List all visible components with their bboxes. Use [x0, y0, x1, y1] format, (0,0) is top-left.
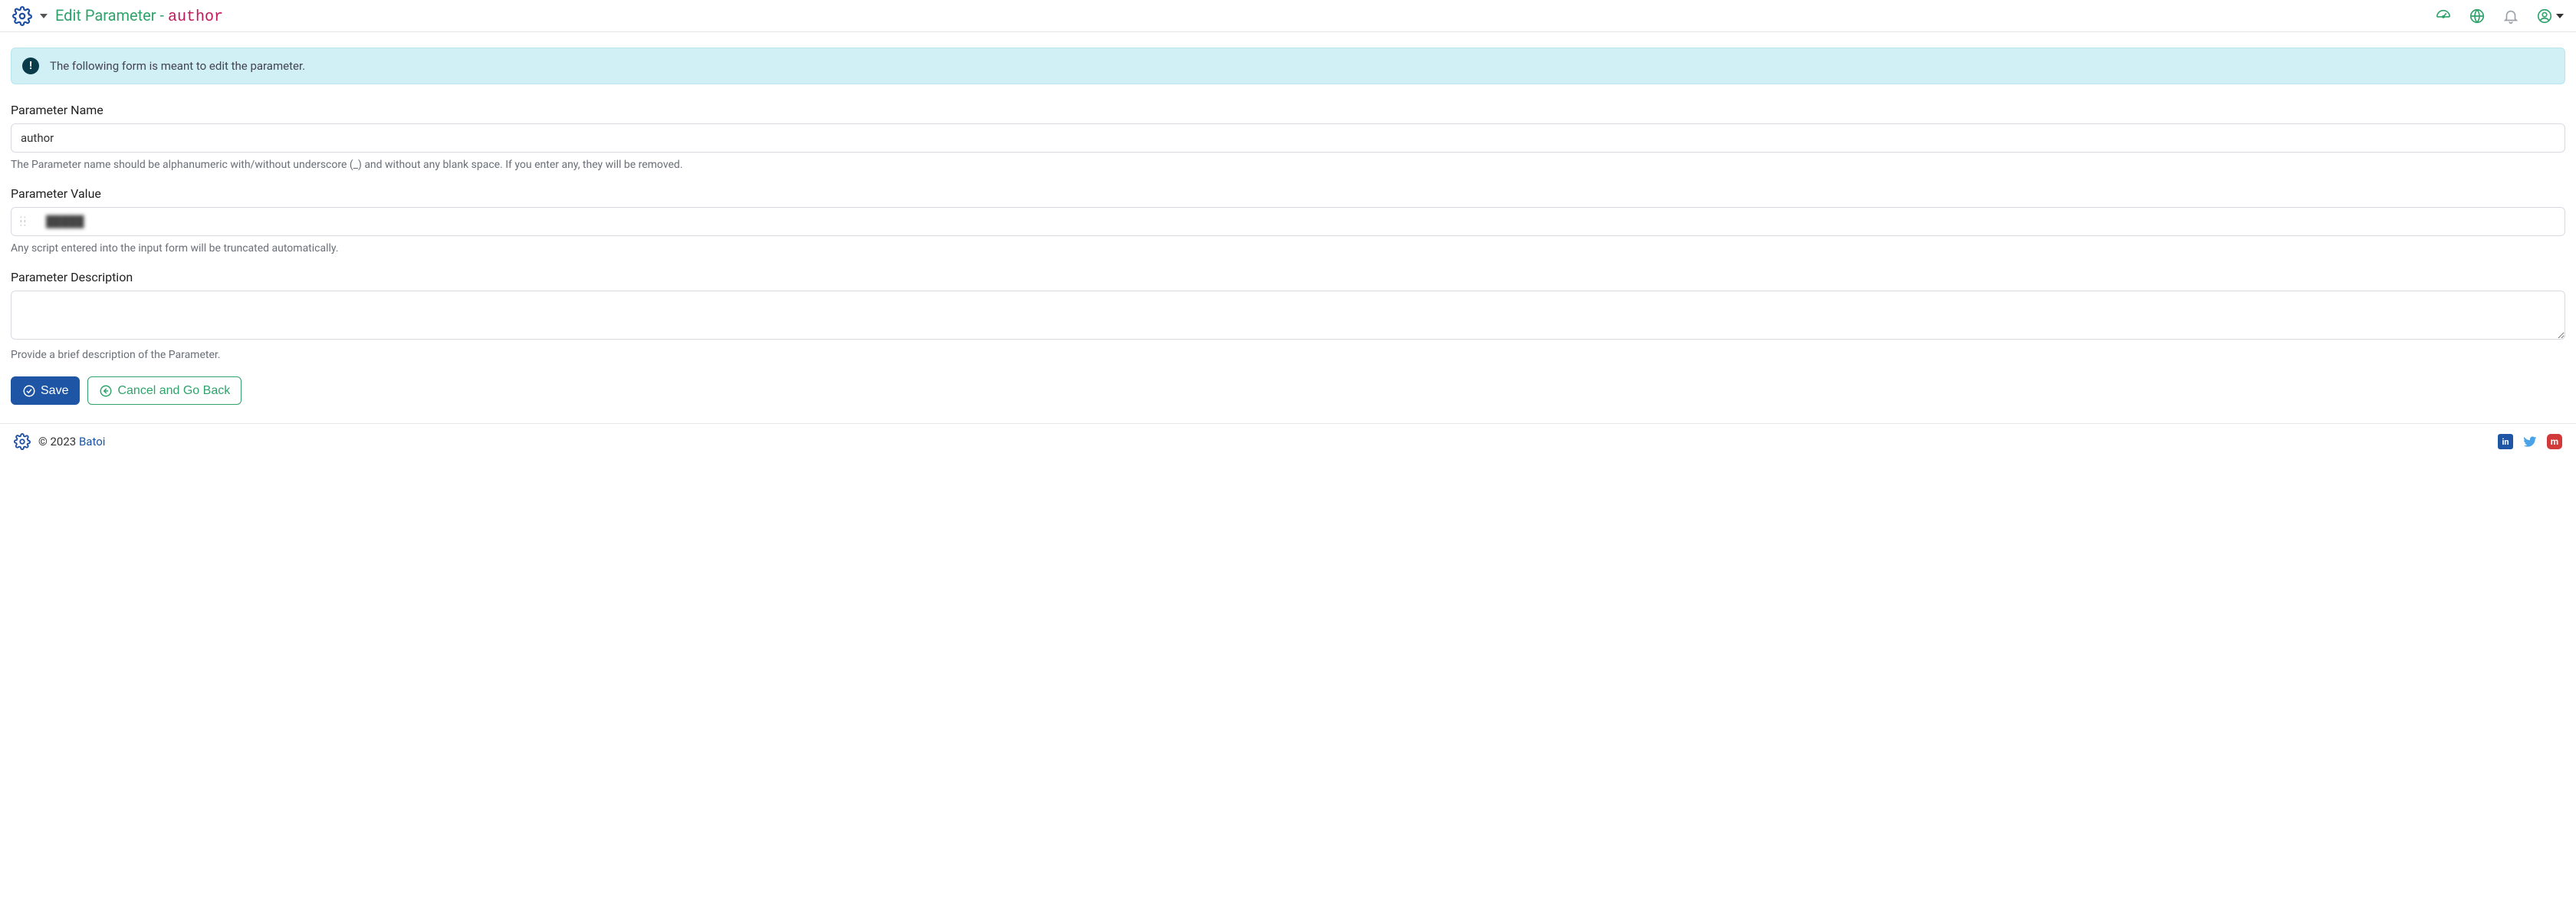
info-icon: !: [22, 58, 39, 74]
footer-left: © 2023 Batoi: [14, 433, 105, 450]
topbar: Edit Parameter - author: [0, 0, 2576, 32]
textarea-parameter-description[interactable]: [11, 291, 2565, 340]
footer-copyright-text: © 2023: [38, 435, 79, 449]
page-title-prefix: Edit Parameter: [55, 6, 156, 25]
brand-menu-caret-icon[interactable]: [40, 14, 48, 18]
group-parameter-value: Parameter Value ∷∷ █████ Any script ente…: [11, 186, 2565, 255]
arrow-left-circle-icon: [99, 384, 113, 398]
help-parameter-name: The Parameter name should be alphanumeri…: [11, 159, 2565, 171]
cancel-button[interactable]: Cancel and Go Back: [87, 376, 242, 405]
topbar-left: Edit Parameter - author: [12, 6, 223, 26]
group-parameter-name: Parameter Name The Parameter name should…: [11, 103, 2565, 171]
info-banner: ! The following form is meant to edit th…: [11, 48, 2565, 84]
save-button[interactable]: Save: [11, 376, 80, 405]
save-button-label: Save: [41, 383, 68, 398]
linkedin-icon[interactable]: in: [2498, 434, 2513, 449]
bell-icon[interactable]: [2502, 8, 2519, 25]
form-actions: Save Cancel and Go Back: [11, 376, 2565, 405]
brand-gear-icon[interactable]: [12, 6, 32, 26]
footer-social: in m: [2498, 434, 2562, 449]
page-title-separator: -: [156, 6, 168, 25]
page-title: Edit Parameter - author: [55, 6, 223, 26]
info-banner-text: The following form is meant to edit the …: [50, 59, 305, 73]
twitter-icon[interactable]: [2522, 434, 2538, 449]
chevron-down-icon: [2556, 14, 2564, 18]
check-circle-icon: [22, 384, 36, 398]
input-parameter-name[interactable]: [11, 123, 2565, 153]
label-parameter-name: Parameter Name: [11, 103, 2565, 117]
cancel-button-label: Cancel and Go Back: [117, 383, 230, 398]
globe-icon[interactable]: [2469, 8, 2486, 25]
user-menu[interactable]: [2536, 8, 2564, 25]
topbar-right: [2435, 8, 2564, 25]
mastodon-icon[interactable]: m: [2547, 434, 2562, 449]
help-parameter-value: Any script entered into the input form w…: [11, 242, 2565, 255]
main-content: ! The following form is meant to edit th…: [0, 32, 2576, 423]
group-parameter-description: Parameter Description Provide a brief de…: [11, 270, 2565, 361]
label-parameter-value: Parameter Value: [11, 186, 2565, 201]
footer: © 2023 Batoi in m: [0, 423, 2576, 459]
dashboard-icon[interactable]: [2435, 8, 2452, 25]
footer-brand-gear-icon[interactable]: [14, 433, 31, 450]
footer-copyright: © 2023 Batoi: [38, 435, 105, 449]
footer-brand-link[interactable]: Batoi: [79, 435, 105, 449]
page-title-param: author: [168, 8, 223, 26]
label-parameter-description: Parameter Description: [11, 270, 2565, 284]
help-parameter-description: Provide a brief description of the Param…: [11, 349, 2565, 361]
input-parameter-value[interactable]: [11, 207, 2565, 236]
